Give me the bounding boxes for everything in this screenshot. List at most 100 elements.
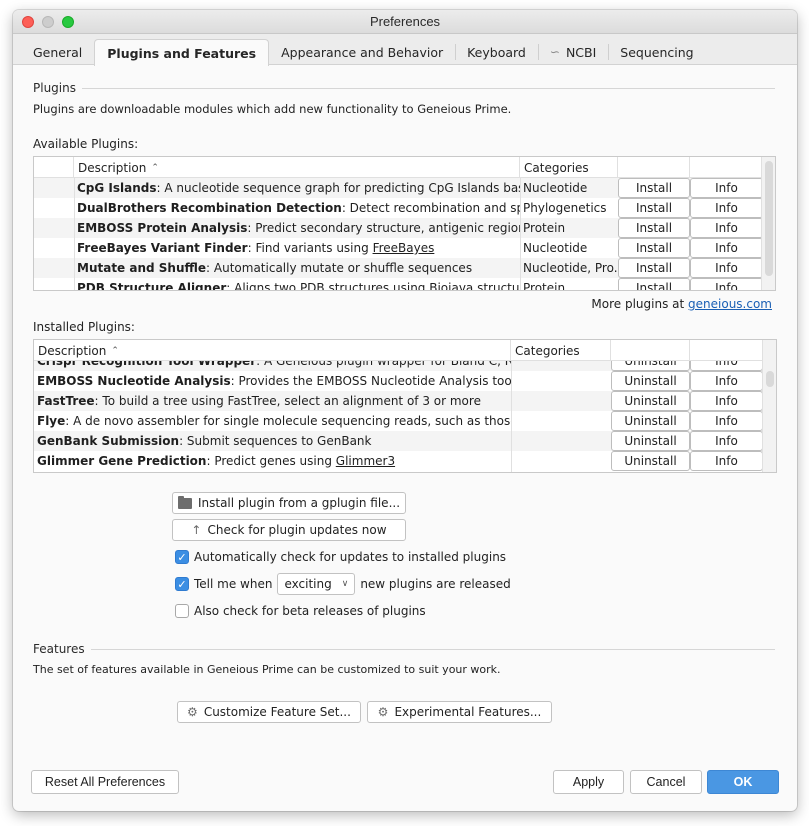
customize-feature-set-button[interactable]: ⚙ Customize Feature Set... — [177, 701, 361, 723]
tab-label: Sequencing — [620, 44, 694, 60]
install-button[interactable]: Install — [618, 178, 690, 198]
preferences-window: Preferences General Plugins and Features… — [13, 10, 797, 811]
plugin-link[interactable]: FreeBayes — [373, 241, 435, 255]
description-cell: Mutate and Shuffle: Automatically mutate… — [74, 258, 520, 278]
beta-label[interactable]: Also check for beta releases of plugins — [194, 604, 426, 618]
uninstall-button[interactable]: Uninstall — [611, 411, 690, 431]
plugins-section-heading: Plugins — [33, 81, 775, 95]
info-button[interactable]: Info — [690, 198, 763, 218]
scrollbar-thumb[interactable] — [766, 371, 774, 387]
category-cell: Nucleotide — [523, 181, 588, 195]
button-label: OK — [733, 775, 753, 789]
install-button[interactable]: Install — [618, 278, 690, 290]
category-cell: Protein — [523, 281, 566, 291]
cancel-button[interactable]: Cancel — [630, 770, 702, 794]
description-cell: FastTree: To build a tree using FastTree… — [34, 391, 511, 411]
info-button[interactable]: Info — [690, 391, 763, 411]
ok-button[interactable]: OK — [707, 770, 779, 794]
info-button[interactable]: Info — [690, 411, 763, 431]
tab-keyboard[interactable]: Keyboard — [455, 39, 538, 65]
column-header-description[interactable]: Description ⌃ — [74, 157, 520, 178]
info-button[interactable]: Info — [690, 278, 763, 290]
installed-plugins-table: Description ⌃ Categories Crispr Recogniti… — [33, 339, 777, 473]
section-divider — [81, 87, 775, 89]
tab-ncbi[interactable]: ∽ NCBI — [537, 39, 608, 65]
table-row[interactable]: DualBrothers Recombination Detection: De… — [34, 198, 763, 218]
tab-appearance-and-behavior[interactable]: Appearance and Behavior — [269, 39, 455, 65]
geneious-com-link[interactable]: geneious.com — [688, 297, 772, 311]
excitement-level-select[interactable]: exciting ∨ — [277, 573, 356, 595]
info-button[interactable]: Info — [690, 371, 763, 391]
install-from-file-button[interactable]: Install plugin from a gplugin file... — [172, 492, 406, 514]
plugin-name: PDB Structure Aligner — [77, 281, 227, 291]
description-cell: PDB Structure Aligner: Aligns two PDB st… — [74, 278, 520, 291]
auto-check-label[interactable]: Automatically check for updates to insta… — [194, 550, 506, 564]
plugin-link[interactable]: Glimmer3 — [336, 454, 395, 468]
folder-icon — [177, 495, 192, 509]
column-header-info — [690, 157, 763, 178]
tell-me-row: ✓ Tell me when exciting ∨ new plugins are… — [175, 573, 511, 595]
tell-me-checkbox[interactable]: ✓ — [175, 577, 189, 591]
tell-me-suffix-label: new plugins are released — [360, 577, 511, 591]
available-plugins-scrollbar[interactable] — [761, 157, 775, 290]
info-button[interactable]: Info — [690, 258, 763, 278]
installed-plugins-scrollbar[interactable] — [762, 340, 776, 472]
chevron-down-icon: ∨ — [341, 579, 349, 589]
uninstall-button[interactable]: Uninstall — [611, 391, 690, 411]
reset-all-preferences-button[interactable]: Reset All Preferences — [31, 770, 179, 794]
category-cell: Nucleotide, Pro... — [523, 261, 618, 275]
tab-general[interactable]: General — [21, 39, 94, 65]
table-row[interactable]: Mutate and Shuffle: Automatically mutate… — [34, 258, 763, 278]
description-cell: EMBOSS Nucleotide Analysis: Provides the… — [34, 371, 511, 391]
uninstall-button[interactable]: Uninstall — [611, 451, 690, 471]
header-label: Categories — [524, 160, 589, 175]
table-row[interactable]: FreeBayes Variant Finder: Find variants … — [34, 238, 763, 258]
auto-check-checkbox[interactable]: ✓ — [175, 550, 189, 564]
table-row[interactable]: PDB Structure Aligner: Aligns two PDB st… — [34, 278, 763, 291]
plugin-description: : Detect recombination and spatial — [341, 201, 520, 215]
plugin-name: EMBOSS Nucleotide Analysis — [37, 374, 231, 388]
install-button[interactable]: Install — [618, 238, 690, 258]
tab-plugins-and-features[interactable]: Plugins and Features — [94, 39, 270, 66]
beta-checkbox[interactable] — [175, 604, 189, 618]
install-button[interactable]: Install — [618, 198, 690, 218]
plugin-description: : A de novo assembler for single molecul… — [65, 414, 511, 428]
table-body: Crispr Recognition Tool Wrapper: A Genei… — [34, 351, 763, 472]
plugin-description: : Predict secondary structure, antigenic… — [247, 221, 520, 235]
table-row[interactable]: EMBOSS Protein Analysis: Predict seconda… — [34, 218, 763, 238]
plugin-description: : Submit sequences to GenBank — [179, 434, 372, 448]
info-button[interactable]: Info — [690, 218, 763, 238]
info-button[interactable]: Info — [690, 178, 763, 198]
apply-button[interactable]: Apply — [553, 770, 624, 794]
install-button[interactable]: Install — [618, 218, 690, 238]
table-row[interactable]: EMBOSS Nucleotide Analysis: Provides the… — [34, 371, 763, 391]
column-header-categories[interactable]: Categories — [511, 340, 611, 361]
table-row[interactable]: FastTree: To build a tree using FastTree… — [34, 391, 763, 411]
table-row[interactable]: CpG Islands: A nucleotide sequence graph… — [34, 178, 763, 198]
experimental-features-button[interactable]: ⚙ Experimental Features... — [367, 701, 552, 723]
table-row[interactable]: Glimmer Gene Prediction: Predict genes u… — [34, 451, 763, 471]
info-button[interactable]: Info — [690, 451, 763, 471]
column-header-description[interactable]: Description ⌃ — [34, 340, 511, 361]
plugin-description: : Aligns two PDB structures using Biojav… — [226, 281, 520, 291]
plugin-name: FastTree — [37, 394, 95, 408]
tab-sequencing[interactable]: Sequencing — [608, 39, 705, 65]
header-label: Description — [78, 160, 147, 175]
uninstall-button[interactable]: Uninstall — [611, 371, 690, 391]
window-title: Preferences — [369, 14, 441, 29]
plugin-description: : Find variants using — [247, 241, 373, 255]
uninstall-button[interactable]: Uninstall — [611, 431, 690, 451]
tab-bar: General Plugins and Features Appearance … — [13, 34, 797, 66]
info-button[interactable]: Info — [690, 431, 763, 451]
table-row[interactable]: Flye: A de novo assembler for single mol… — [34, 411, 763, 431]
scrollbar-thumb[interactable] — [765, 161, 773, 276]
check-updates-button[interactable]: ↑ Check for plugin updates now — [172, 519, 406, 541]
available-plugins-label: Available Plugins: — [33, 137, 139, 151]
category-cell — [511, 411, 611, 431]
install-button[interactable]: Install — [618, 258, 690, 278]
info-button[interactable]: Info — [690, 238, 763, 258]
table-header: Description ⌃ Categories — [34, 340, 776, 361]
column-header-categories[interactable]: Categories — [520, 157, 618, 178]
column-header-blank — [34, 157, 74, 178]
table-row[interactable]: GenBank Submission: Submit sequences to … — [34, 431, 763, 451]
